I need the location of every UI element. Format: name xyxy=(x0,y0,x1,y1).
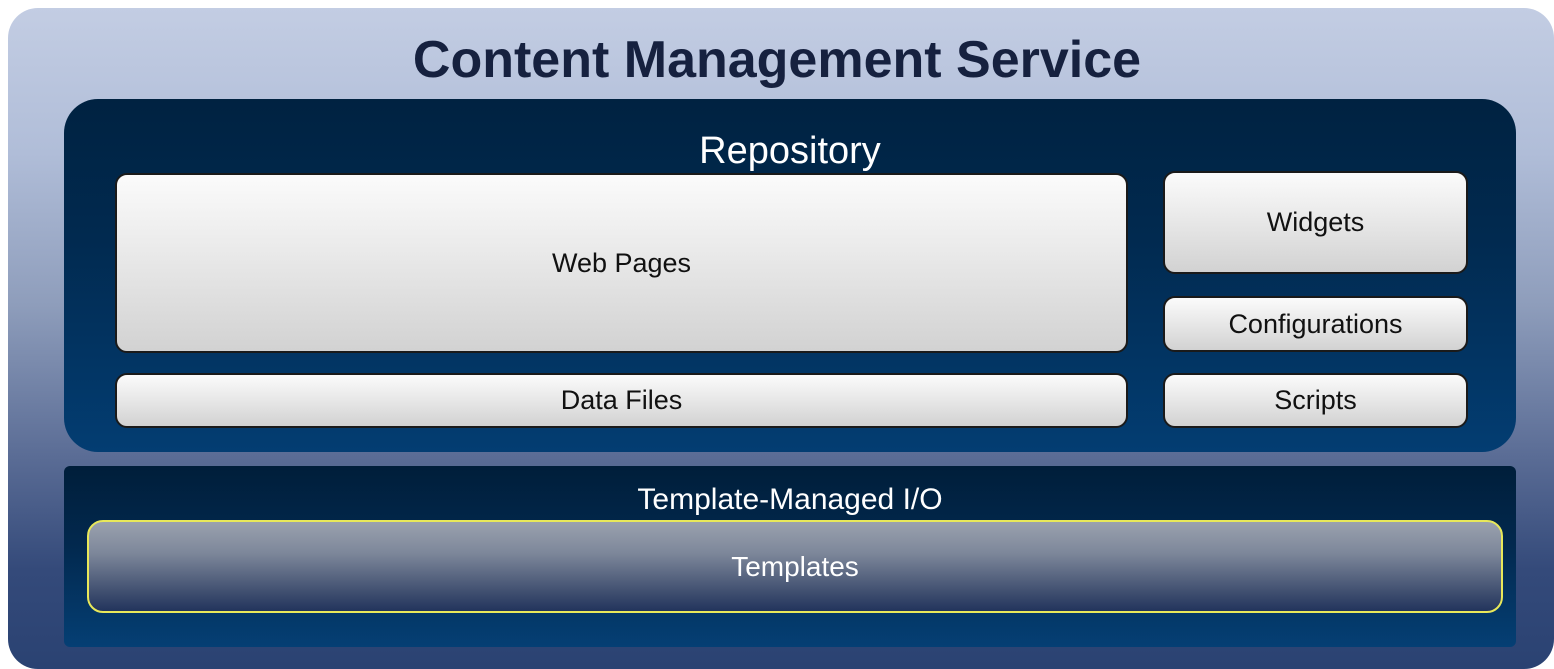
repository-title: Repository xyxy=(699,130,881,172)
data-files-block: Data Files xyxy=(115,373,1128,428)
web-pages-block: Web Pages xyxy=(115,173,1128,353)
template-io-title: Template-Managed I/O xyxy=(637,483,943,516)
scripts-block: Scripts xyxy=(1163,373,1468,428)
widgets-block: Widgets xyxy=(1163,171,1468,274)
configurations-block: Configurations xyxy=(1163,296,1468,352)
templates-block: Templates xyxy=(87,520,1503,613)
diagram-title: Content Management Service xyxy=(412,31,1142,89)
